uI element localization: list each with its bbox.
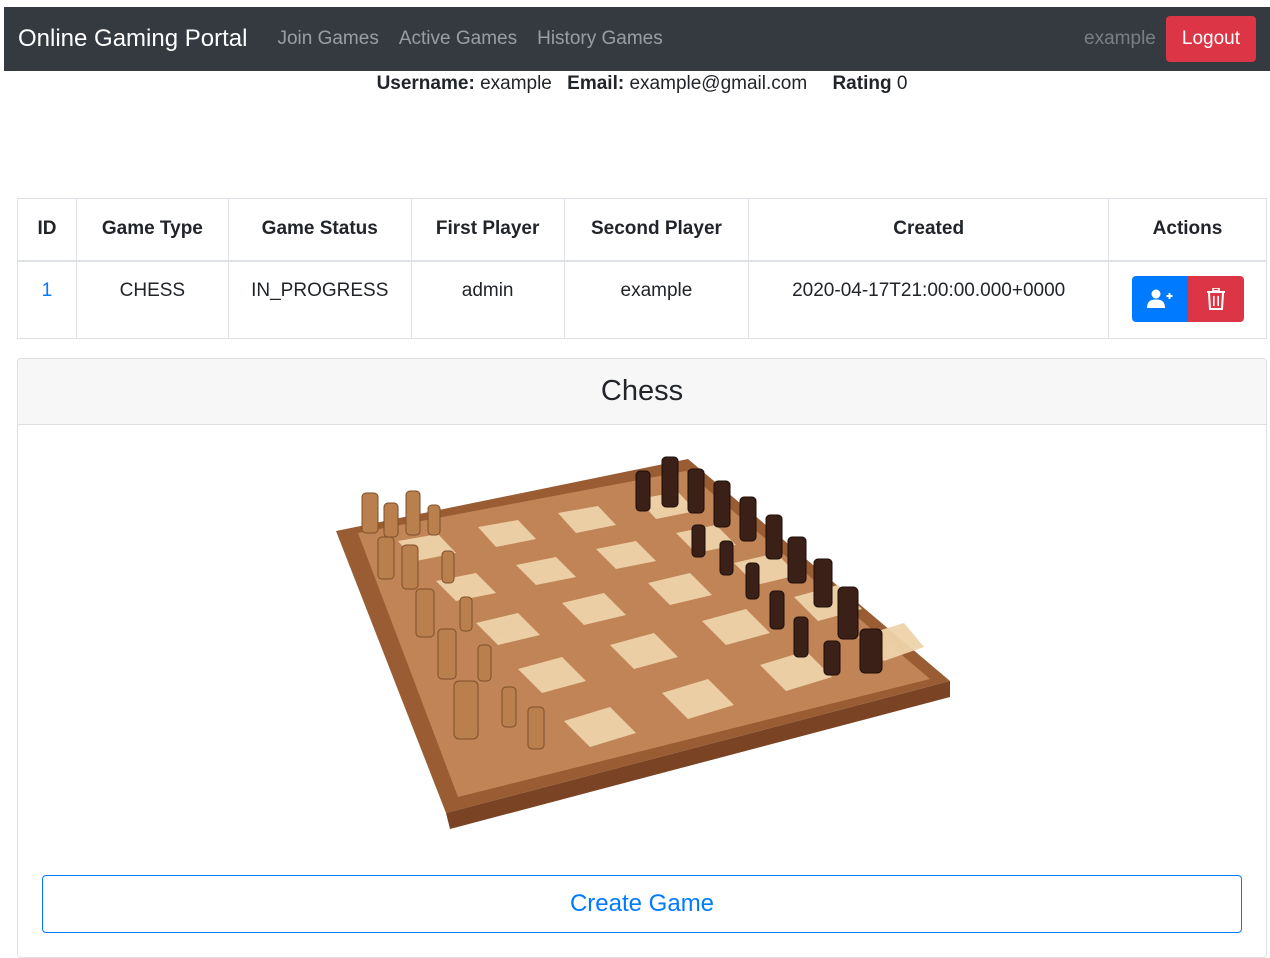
join-game-button[interactable] [1131,275,1188,322]
cell-first-player: admin [410,260,565,339]
nav-join-games[interactable]: Join Games [277,28,378,50]
cell-created: 2020-04-17T21:00:00.000+0000 [748,260,1110,339]
nav-active-games[interactable]: Active Games [399,28,517,50]
col-header-second-player: Second Player [563,198,750,262]
nav-username[interactable]: example [1084,28,1156,50]
user-plus-icon [1146,289,1172,308]
col-header-actions: Actions [1108,198,1267,262]
rating-value: 0 [896,73,908,94]
cell-game-status: IN_PROGRESS [227,260,412,339]
email-label: Email: [567,73,625,94]
table-header-row: ID Game Type Game Status First Player Se… [17,198,1267,262]
cell-second-player: example [563,260,750,339]
user-info-bar: Username: example Email: example@gmail.c… [0,73,1270,95]
username-value: example [480,73,552,94]
rating-label: Rating [832,73,892,94]
games-table: ID Game Type Game Status First Player Se… [17,198,1267,339]
delete-game-button[interactable] [1187,275,1244,322]
chess-card: Chess Create Game [17,358,1267,958]
nav-history-games[interactable]: History Games [537,28,663,50]
brand-title[interactable]: Online Gaming Portal [18,25,247,53]
card-title: Chess [18,359,1266,425]
col-header-created: Created [748,198,1110,262]
cell-actions [1108,260,1267,339]
chessboard-image [336,456,950,829]
game-id-link[interactable]: 1 [42,280,53,301]
col-header-id: ID [17,198,77,262]
cell-game-type: CHESS [75,260,229,339]
col-header-game-type: Game Type [75,198,229,262]
create-game-button[interactable]: Create Game [42,875,1242,933]
trash-icon [1206,287,1225,310]
email-value: example@gmail.com [629,73,808,94]
top-navbar: Online Gaming Portal Join Games Active G… [4,7,1270,71]
table-row: 1 CHESS IN_PROGRESS admin example 2020-0… [17,260,1267,339]
username-label: Username: [376,73,475,94]
col-header-first-player: First Player [410,198,565,262]
logout-button[interactable]: Logout [1165,16,1256,62]
col-header-game-status: Game Status [227,198,412,262]
